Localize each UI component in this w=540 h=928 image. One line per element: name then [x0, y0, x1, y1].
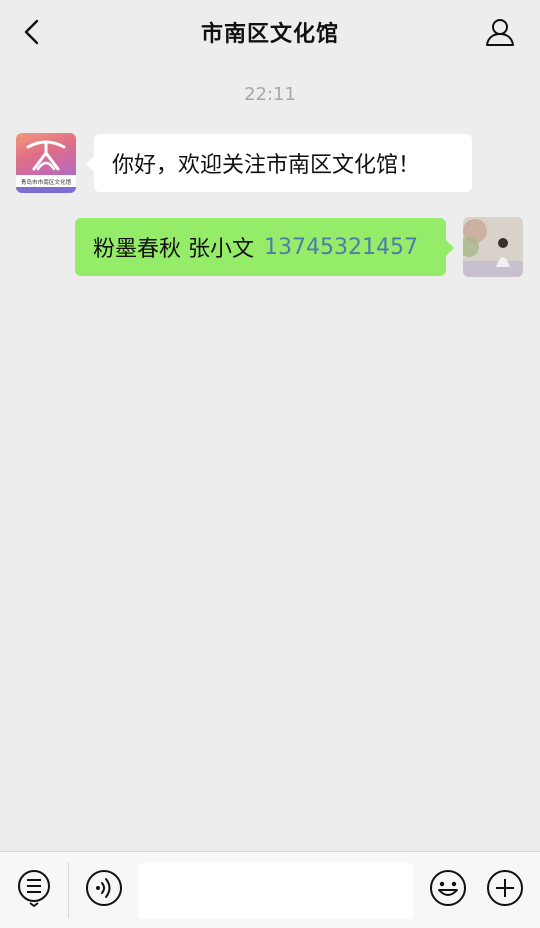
chat-title: 市南区文化馆 — [200, 22, 339, 47]
chat-header: 市南区文化馆 — [0, 0, 540, 64]
culture-center-logo-icon: 青岛市市南区文化馆 — [16, 140, 76, 193]
menu-icon — [18, 870, 50, 907]
chat-screen: 市南区文化馆 22:11 青岛市市南区文化馆 你好，欢迎关注市南区文化馆！ 粉墨… — [0, 0, 540, 928]
phone-number-link[interactable]: 13745321457 — [264, 235, 418, 260]
menu-button[interactable] — [14, 868, 54, 908]
outgoing-message-text: 粉墨春秋 张小文 — [93, 237, 254, 262]
emoji-button[interactable] — [428, 868, 468, 908]
sender-avatar[interactable]: 青岛市市南区文化馆 — [16, 133, 76, 193]
input-bar-divider — [68, 862, 69, 918]
incoming-message-text: 你好，欢迎关注市南区文化馆！ — [112, 153, 421, 178]
user-avatar[interactable] — [463, 217, 523, 277]
message-timestamp: 22:11 — [244, 84, 296, 105]
more-actions-button[interactable] — [485, 868, 525, 908]
input-bar — [0, 851, 540, 928]
logo-caption: 青岛市市南区文化馆 — [21, 178, 72, 186]
chat-info-button[interactable] — [482, 14, 518, 50]
outgoing-message-bubble[interactable]: 粉墨春秋 张小文 13745321457 — [75, 218, 454, 276]
person-icon — [486, 19, 514, 46]
voice-button[interactable] — [84, 868, 124, 908]
incoming-message-bubble[interactable]: 你好，欢迎关注市南区文化馆！ — [86, 134, 472, 192]
user-photo-avatar — [463, 217, 523, 277]
plus-icon — [487, 870, 523, 906]
emoji-icon — [430, 870, 466, 906]
voice-icon — [86, 870, 122, 906]
message-input[interactable] — [138, 863, 413, 919]
